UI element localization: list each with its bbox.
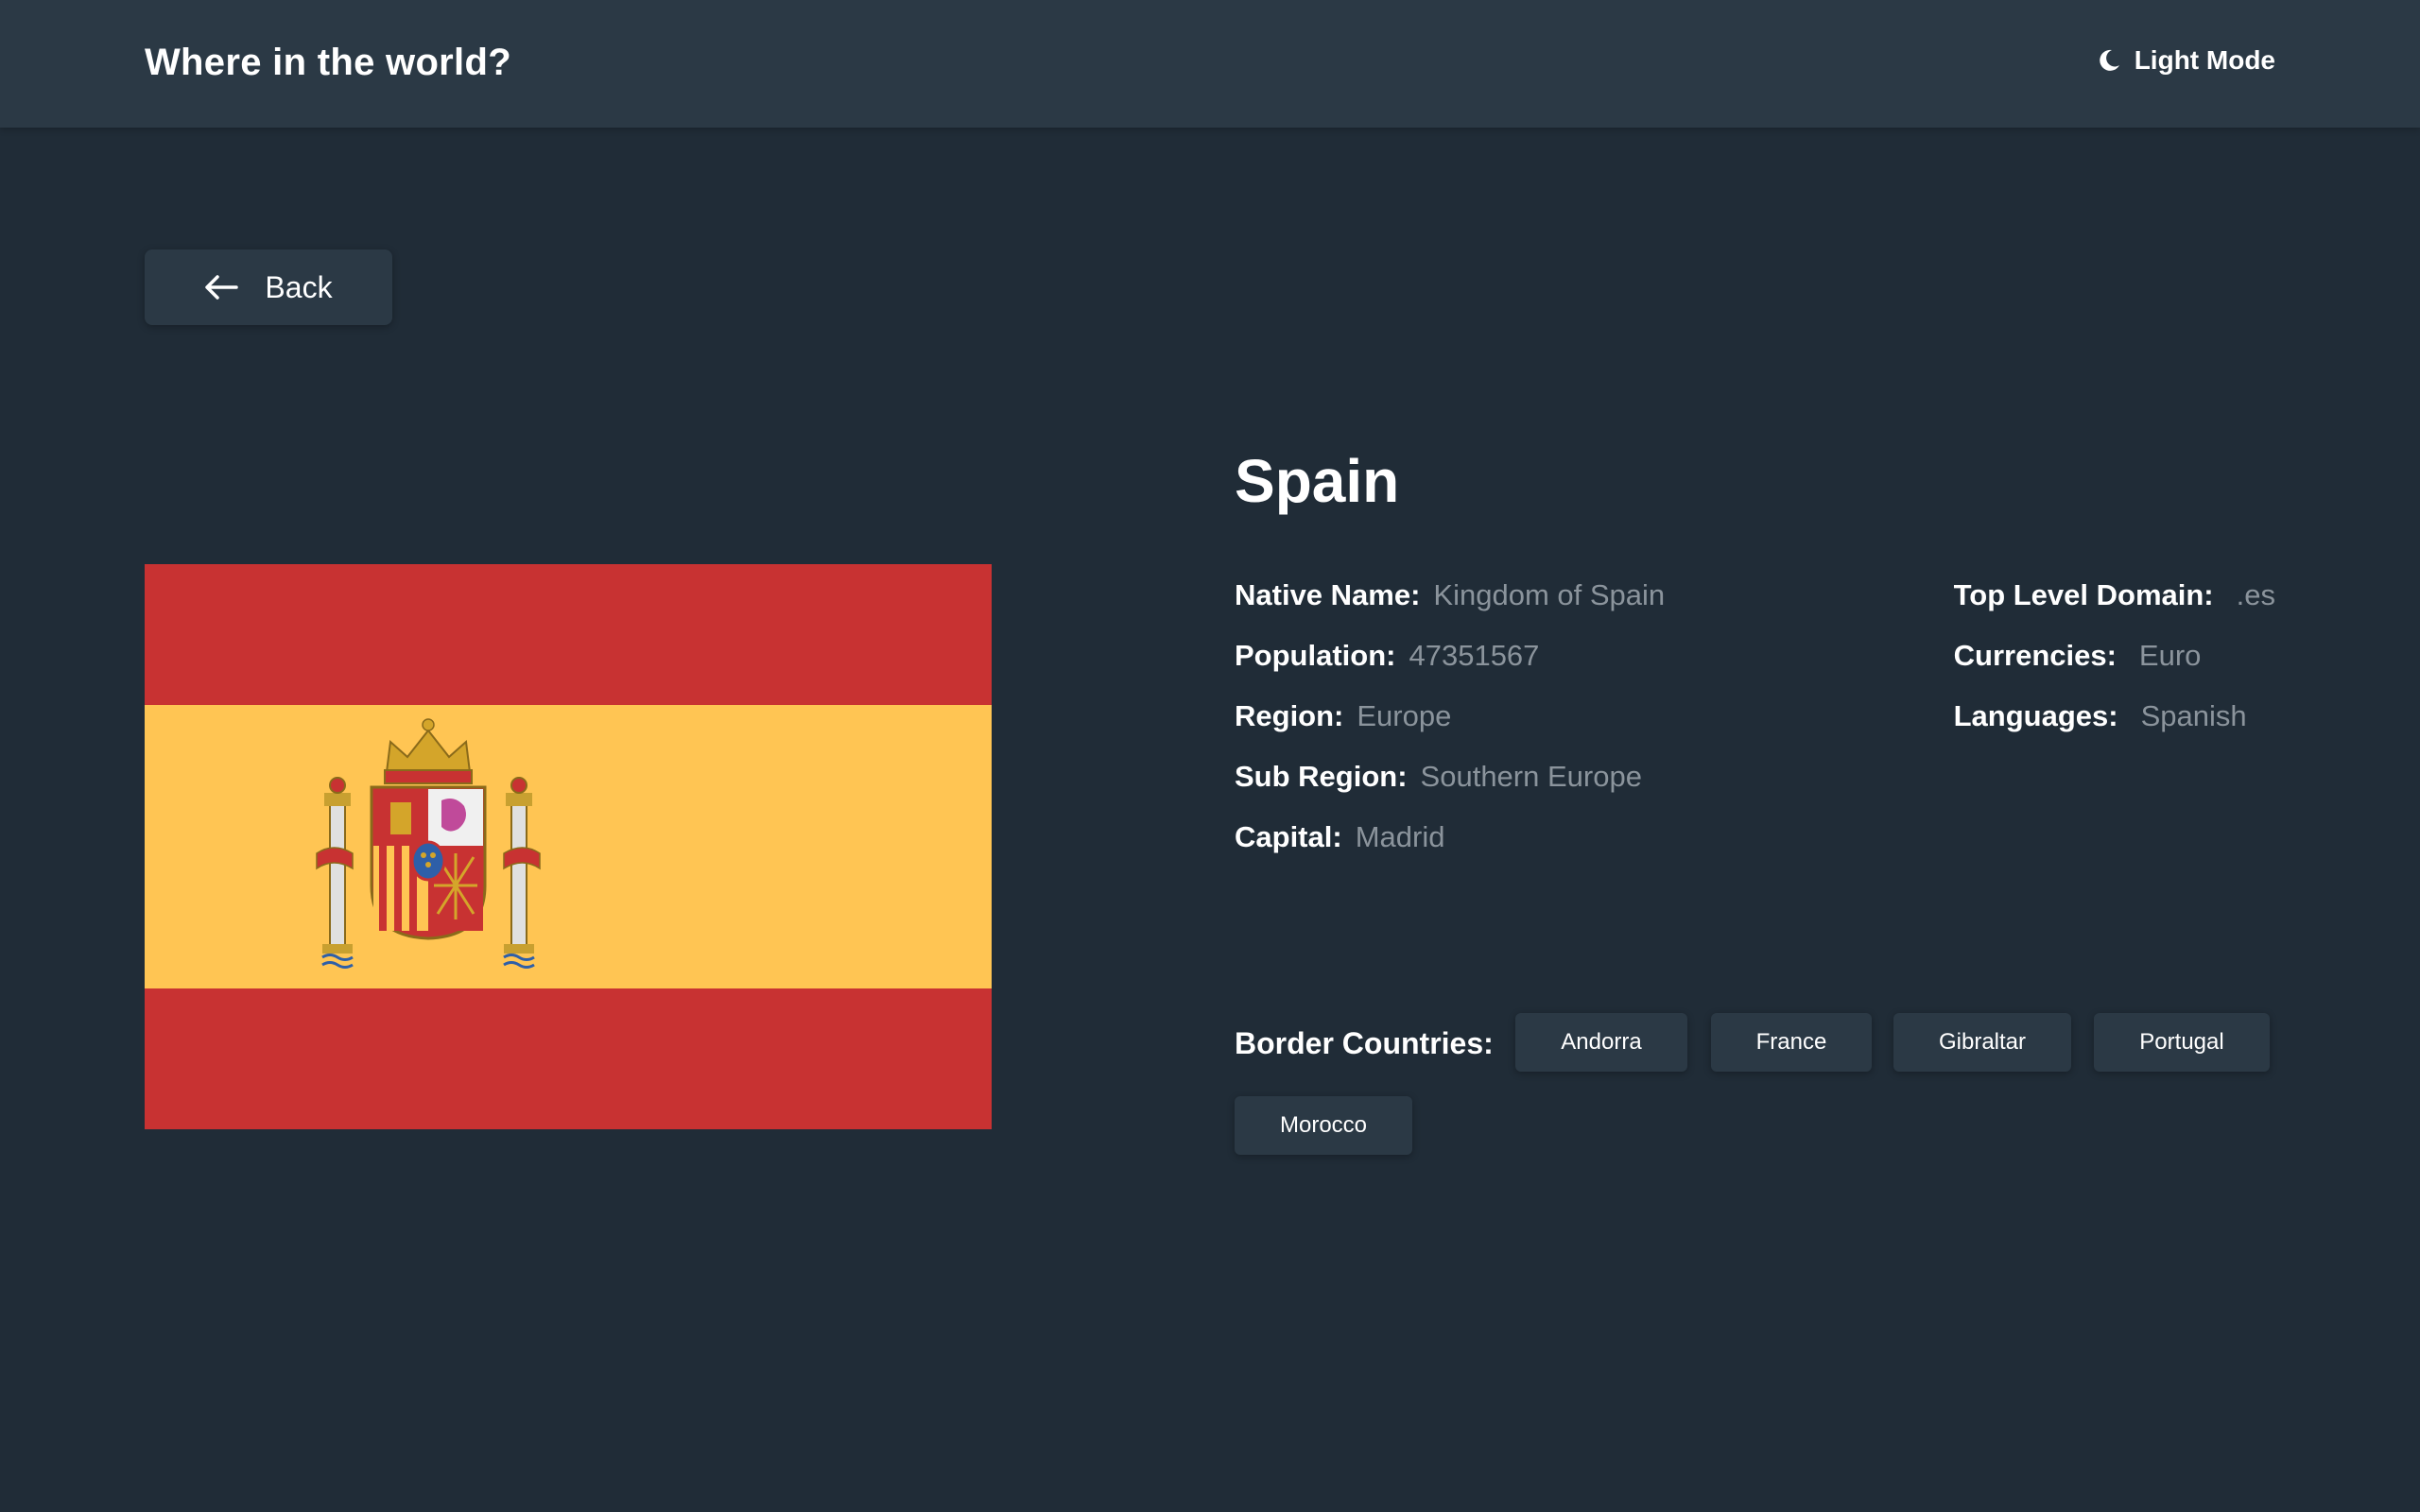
theme-toggle-button[interactable]: Light Mode — [2097, 45, 2275, 76]
detail-languages: Languages: Spanish — [1954, 699, 2275, 760]
border-country-button[interactable]: Gibraltar — [1893, 1013, 2071, 1072]
detail-label: Capital: — [1235, 820, 1342, 853]
detail-label: Native Name: — [1235, 578, 1421, 611]
detail-label: Sub Region: — [1235, 760, 1408, 793]
theme-toggle-label: Light Mode — [2134, 45, 2275, 75]
country-details-primary: Native Name: Kingdom of Spain Population:… — [1235, 578, 1665, 881]
detail-value: Southern Europe — [1420, 760, 1642, 793]
border-country-button[interactable]: France — [1711, 1013, 1872, 1072]
detail-label: Languages: — [1953, 699, 2118, 732]
country-name: Spain — [1235, 447, 1400, 515]
back-button[interactable]: Back — [145, 249, 392, 325]
app-title: Where in the world? — [145, 42, 511, 83]
detail-top-level-domain: Top Level Domain: .es — [1954, 578, 2275, 639]
app-header: Where in the world? Light Mode — [0, 0, 2420, 128]
detail-region: Region: Europe — [1235, 699, 1665, 760]
detail-value: .es — [2236, 578, 2275, 611]
detail-population: Population: 47351567 — [1235, 639, 1665, 699]
detail-value: Euro — [2138, 639, 2202, 672]
border-country-button[interactable]: Morocco — [1235, 1096, 1412, 1155]
border-country-button[interactable]: Portugal — [2094, 1013, 2270, 1072]
arrow-left-icon — [204, 275, 239, 300]
border-country-button[interactable]: Andorra — [1515, 1013, 1687, 1072]
detail-value: Madrid — [1355, 820, 1445, 853]
detail-label: Currencies: — [1953, 639, 2117, 672]
detail-label: Top Level Domain: — [1953, 578, 2214, 611]
country-flag — [145, 564, 992, 1129]
detail-currencies: Currencies: Euro — [1954, 639, 2275, 699]
country-details-secondary: Top Level Domain: .es Currencies: Euro Lan… — [1954, 578, 2275, 760]
back-button-label: Back — [265, 269, 333, 304]
detail-value: Spanish — [2140, 699, 2247, 732]
border-countries-label: Border Countries: — [1235, 1026, 1494, 1060]
detail-native-name: Native Name: Kingdom of Spain — [1235, 578, 1665, 639]
detail-sub-region: Sub Region: Southern Europe — [1235, 760, 1665, 820]
detail-label: Region: — [1235, 699, 1344, 732]
detail-value: Kingdom of Spain — [1433, 578, 1666, 611]
moon-icon — [2097, 48, 2121, 73]
detail-capital: Capital: Madrid — [1235, 820, 1665, 881]
detail-value: 47351567 — [1409, 639, 1540, 672]
detail-value: Europe — [1357, 699, 1452, 732]
detail-label: Population: — [1235, 639, 1396, 672]
